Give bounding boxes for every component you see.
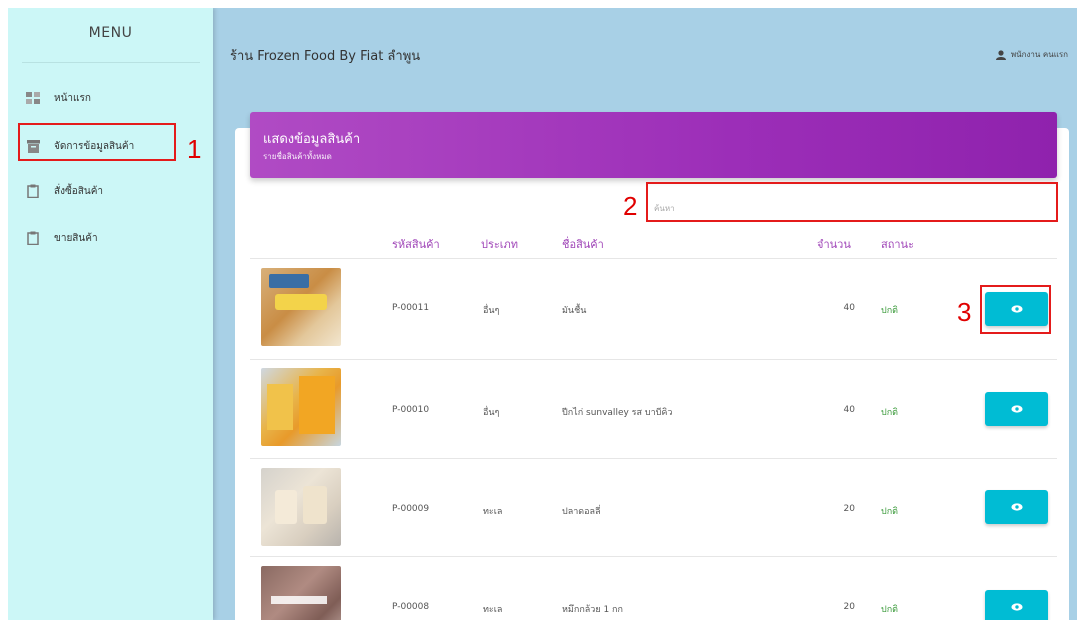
header-quantity: จำนวน [817,238,851,251]
dashboard-icon [26,91,40,105]
cell-qty: 40 [843,405,855,415]
clipboard-icon [26,184,40,198]
eye-icon [1010,405,1023,413]
sidebar-item-label: สั่งซื้อสินค้า [54,185,104,197]
sidebar-item-label: ขายสินค้า [54,232,98,244]
header-category: ประเภท [481,238,519,251]
cell-qty: 20 [843,504,855,514]
cell-status: ปกติ [881,507,899,517]
cell-name: ปลาดอลลี่ [562,507,601,517]
row-divider [250,458,1057,459]
annotation-label-2: 2 [623,191,638,221]
cell-type: ทะเล [483,507,503,517]
row-divider [250,258,1057,259]
sidebar-item-order-products[interactable]: สั่งซื้อสินค้า [22,173,202,209]
sidebar-item-home[interactable]: หน้าแรก [22,80,202,116]
cell-status: ปกติ [881,605,899,615]
user-menu[interactable]: พนักงาน คนแรก [995,48,1068,61]
header-product-code: รหัสสินค้า [392,238,440,251]
clipboard-icon [26,231,40,245]
menu-title: MENU [88,25,133,41]
cell-name: มันชื้น [562,306,587,316]
sidebar-item-label: หน้าแรก [54,92,91,104]
annotation-label-1: 1 [187,134,202,164]
eye-icon [1010,503,1023,511]
cell-qty: 40 [843,303,855,313]
app-frame: MENU หน้าแรก จัดการข้อมูลสินค้า สั่งซื้อ… [8,8,1077,620]
annotation-label-3: 3 [957,297,972,327]
menu-divider [22,62,200,63]
card-subtitle: รายชื่อสินค้าทั้งหมด [263,152,332,161]
cell-status: ปกติ [881,408,899,418]
product-image [261,566,341,620]
cell-status: ปกติ [881,306,899,316]
card-title: แสดงข้อมูลสินค้า [263,132,361,147]
cell-qty: 20 [843,602,855,612]
sidebar-item-sell-products[interactable]: ขายสินค้า [22,220,202,256]
user-name: พนักงาน คนแรก [1010,50,1068,59]
cell-name: ปีกไก่ sunvalley รส บาบีคิว [562,408,673,418]
view-button[interactable] [985,590,1048,620]
cell-code: P-00008 [392,602,430,612]
product-image [261,268,341,346]
cell-name: หมึกกล้วย 1 กก [562,605,623,615]
cell-code: P-00011 [392,303,430,313]
product-image [261,468,341,546]
product-image [261,368,341,446]
user-icon [995,49,1006,60]
annotation-box-2 [646,182,1058,222]
row-divider [250,359,1057,360]
cell-type: ทะเล [483,605,503,615]
annotation-box-3 [980,285,1051,334]
header-product-name: ชื่อสินค้า [562,238,604,251]
store-title: ร้าน Frozen Food By Fiat ลำพูน [230,49,421,64]
header-status: สถานะ [881,238,914,251]
view-button[interactable] [985,392,1048,426]
sidebar: MENU หน้าแรก จัดการข้อมูลสินค้า สั่งซื้อ… [8,8,213,620]
annotation-box-1 [18,123,176,161]
eye-icon [1010,603,1023,611]
cell-code: P-00009 [392,504,430,514]
card-header: แสดงข้อมูลสินค้า รายชื่อสินค้าทั้งหมด [250,112,1057,178]
cell-type: อื่นๆ [483,408,500,418]
row-divider [250,556,1057,557]
cell-code: P-00010 [392,405,430,415]
cell-type: อื่นๆ [483,306,500,316]
view-button[interactable] [985,490,1048,524]
